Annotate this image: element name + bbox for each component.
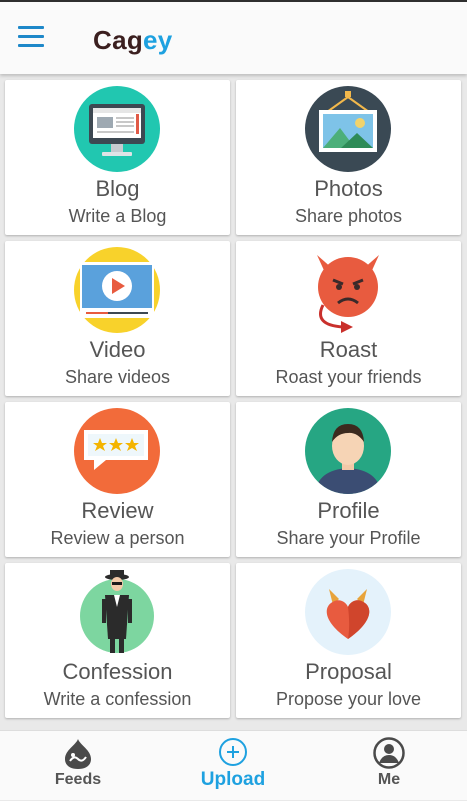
blog-card[interactable]: Blog Write a Blog xyxy=(5,80,230,235)
card-subtitle: Roast your friends xyxy=(275,367,422,387)
review-card[interactable]: Review Review a person xyxy=(5,402,230,557)
confession-card[interactable]: Confession Write a confession xyxy=(5,563,230,718)
devil-icon xyxy=(305,247,391,333)
card-subtitle: Share videos xyxy=(64,367,171,387)
app-bar: Cagey xyxy=(0,0,467,74)
picture-frame-icon xyxy=(305,86,391,172)
bottom-nav: Feeds Upload Me xyxy=(0,730,467,800)
drupal-drop-icon xyxy=(65,739,91,769)
card-title: Photos xyxy=(314,176,383,201)
card-subtitle: Propose your love xyxy=(275,689,422,709)
brand-prefix: Cag xyxy=(93,25,144,55)
roast-card[interactable]: Roast Roast your friends xyxy=(236,241,461,396)
nav-feeds[interactable]: Feeds xyxy=(30,731,126,801)
video-card[interactable]: Video Share videos xyxy=(5,241,230,396)
app-title: Cagey xyxy=(93,25,173,56)
brand-suffix: ey xyxy=(143,25,173,55)
star-rating-icon xyxy=(74,408,160,494)
nav-me-label: Me xyxy=(377,771,401,788)
account-circle-icon xyxy=(373,737,405,769)
card-title: Video xyxy=(89,337,146,362)
nav-upload-label: Upload xyxy=(200,769,266,790)
card-subtitle: Write a Blog xyxy=(68,206,167,226)
card-title: Roast xyxy=(319,337,378,362)
card-subtitle: Share your Profile xyxy=(276,528,421,548)
proposal-card[interactable]: Proposal Propose your love xyxy=(236,563,461,718)
card-title: Confession xyxy=(62,659,173,684)
nav-feeds-label: Feeds xyxy=(54,771,102,788)
photos-card[interactable]: Photos Share photos xyxy=(236,80,461,235)
spy-figure-icon xyxy=(74,569,160,655)
heart-icon xyxy=(305,569,391,655)
person-avatar-icon xyxy=(305,408,391,494)
nav-me[interactable]: Me xyxy=(341,731,437,801)
card-title: Profile xyxy=(317,498,380,523)
card-subtitle: Write a confession xyxy=(43,689,192,709)
card-title: Review xyxy=(81,498,154,523)
nav-upload[interactable]: Upload xyxy=(185,731,281,801)
card-subtitle: Review a person xyxy=(50,528,185,548)
card-title: Blog xyxy=(95,176,140,201)
menu-icon[interactable] xyxy=(18,26,44,48)
profile-card[interactable]: Profile Share your Profile xyxy=(236,402,461,557)
computer-icon xyxy=(74,86,160,172)
card-title: Proposal xyxy=(305,659,392,684)
video-player-icon xyxy=(74,247,160,333)
add-circle-icon xyxy=(219,738,247,766)
card-subtitle: Share photos xyxy=(294,206,403,226)
